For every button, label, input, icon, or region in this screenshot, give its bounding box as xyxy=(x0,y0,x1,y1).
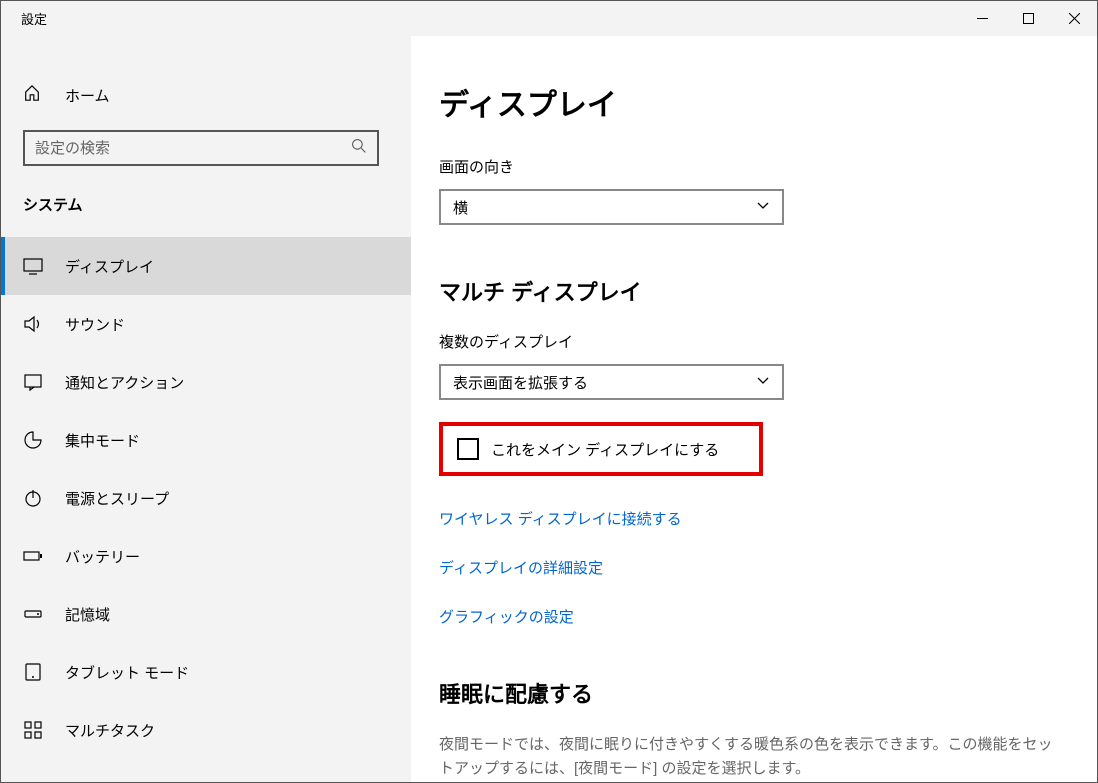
titlebar: 設定 xyxy=(1,1,1097,36)
multitask-icon xyxy=(23,720,43,740)
checkbox-label: これをメイン ディスプレイにする xyxy=(491,439,719,460)
search-field[interactable] xyxy=(35,140,351,157)
main-display-highlight: これをメイン ディスプレイにする xyxy=(439,422,763,476)
sidebar-item-label: 集中モード xyxy=(65,430,140,451)
close-button[interactable] xyxy=(1051,1,1097,36)
multi-display-heading: マルチ ディスプレイ xyxy=(439,275,1057,307)
window-controls xyxy=(959,1,1097,36)
content-area: ディスプレイ 画面の向き 横 マルチ ディスプレイ 複数のディスプレイ 表示画面… xyxy=(411,36,1097,782)
sidebar-item-power[interactable]: 電源とスリープ xyxy=(1,469,411,527)
sidebar-item-notifications[interactable]: 通知とアクション xyxy=(1,353,411,411)
display-icon xyxy=(23,256,43,276)
multi-display-dropdown[interactable]: 表示画面を拡張する xyxy=(439,364,784,400)
orientation-label: 画面の向き xyxy=(439,156,1057,177)
tablet-icon xyxy=(23,662,43,682)
search-icon xyxy=(351,138,367,159)
multi-display-label: 複数のディスプレイ xyxy=(439,331,1057,352)
advanced-display-link[interactable]: ディスプレイの詳細設定 xyxy=(439,557,1057,578)
sound-icon xyxy=(23,314,43,334)
sidebar-item-multitask[interactable]: マルチタスク xyxy=(1,701,411,759)
window-title: 設定 xyxy=(1,9,47,28)
sidebar-item-label: 電源とスリープ xyxy=(65,488,169,509)
sidebar-item-storage[interactable]: 記憶域 xyxy=(1,585,411,643)
minimize-button[interactable] xyxy=(959,1,1005,36)
sidebar-item-label: マルチタスク xyxy=(65,720,155,741)
sidebar-item-label: タブレット モード xyxy=(65,662,189,683)
sidebar: ホーム システム ディスプレイ サウンド xyxy=(1,36,411,782)
category-label: システム xyxy=(1,184,411,237)
multi-display-value: 表示画面を拡張する xyxy=(453,372,588,393)
sidebar-item-tablet[interactable]: タブレット モード xyxy=(1,643,411,701)
sidebar-item-label: 記憶域 xyxy=(65,604,110,625)
search-input[interactable] xyxy=(23,130,379,166)
chevron-down-icon xyxy=(756,373,770,391)
storage-icon xyxy=(23,604,43,624)
sidebar-item-display[interactable]: ディスプレイ xyxy=(1,237,411,295)
chevron-down-icon xyxy=(756,198,770,216)
home-label: ホーム xyxy=(65,85,110,106)
focus-icon xyxy=(23,430,43,450)
sleep-heading: 睡眠に配慮する xyxy=(439,677,1057,709)
sidebar-item-sound[interactable]: サウンド xyxy=(1,295,411,353)
power-icon xyxy=(23,488,43,508)
sidebar-item-battery[interactable]: バッテリー xyxy=(1,527,411,585)
main-display-checkbox[interactable]: これをメイン ディスプレイにする xyxy=(457,438,719,460)
battery-icon xyxy=(23,546,43,566)
wireless-display-link[interactable]: ワイヤレス ディスプレイに接続する xyxy=(439,508,1057,529)
home-icon xyxy=(23,84,43,106)
graphics-settings-link[interactable]: グラフィックの設定 xyxy=(439,606,1057,627)
sidebar-item-label: サウンド xyxy=(65,314,125,335)
sidebar-item-label: 通知とアクション xyxy=(65,372,184,393)
notifications-icon xyxy=(23,372,43,392)
sidebar-item-label: バッテリー xyxy=(65,546,140,567)
checkbox-box xyxy=(457,438,479,460)
sidebar-item-focus[interactable]: 集中モード xyxy=(1,411,411,469)
sleep-description: 夜間モードでは、夜間に眠りに付きやすくする暖色系の色を表示できます。この機能をセ… xyxy=(439,733,1057,781)
maximize-button[interactable] xyxy=(1005,1,1051,36)
orientation-value: 横 xyxy=(453,197,468,218)
home-link[interactable]: ホーム xyxy=(1,76,411,114)
sidebar-item-label: ディスプレイ xyxy=(65,256,154,277)
page-title: ディスプレイ xyxy=(439,80,1057,124)
orientation-dropdown[interactable]: 横 xyxy=(439,189,784,225)
